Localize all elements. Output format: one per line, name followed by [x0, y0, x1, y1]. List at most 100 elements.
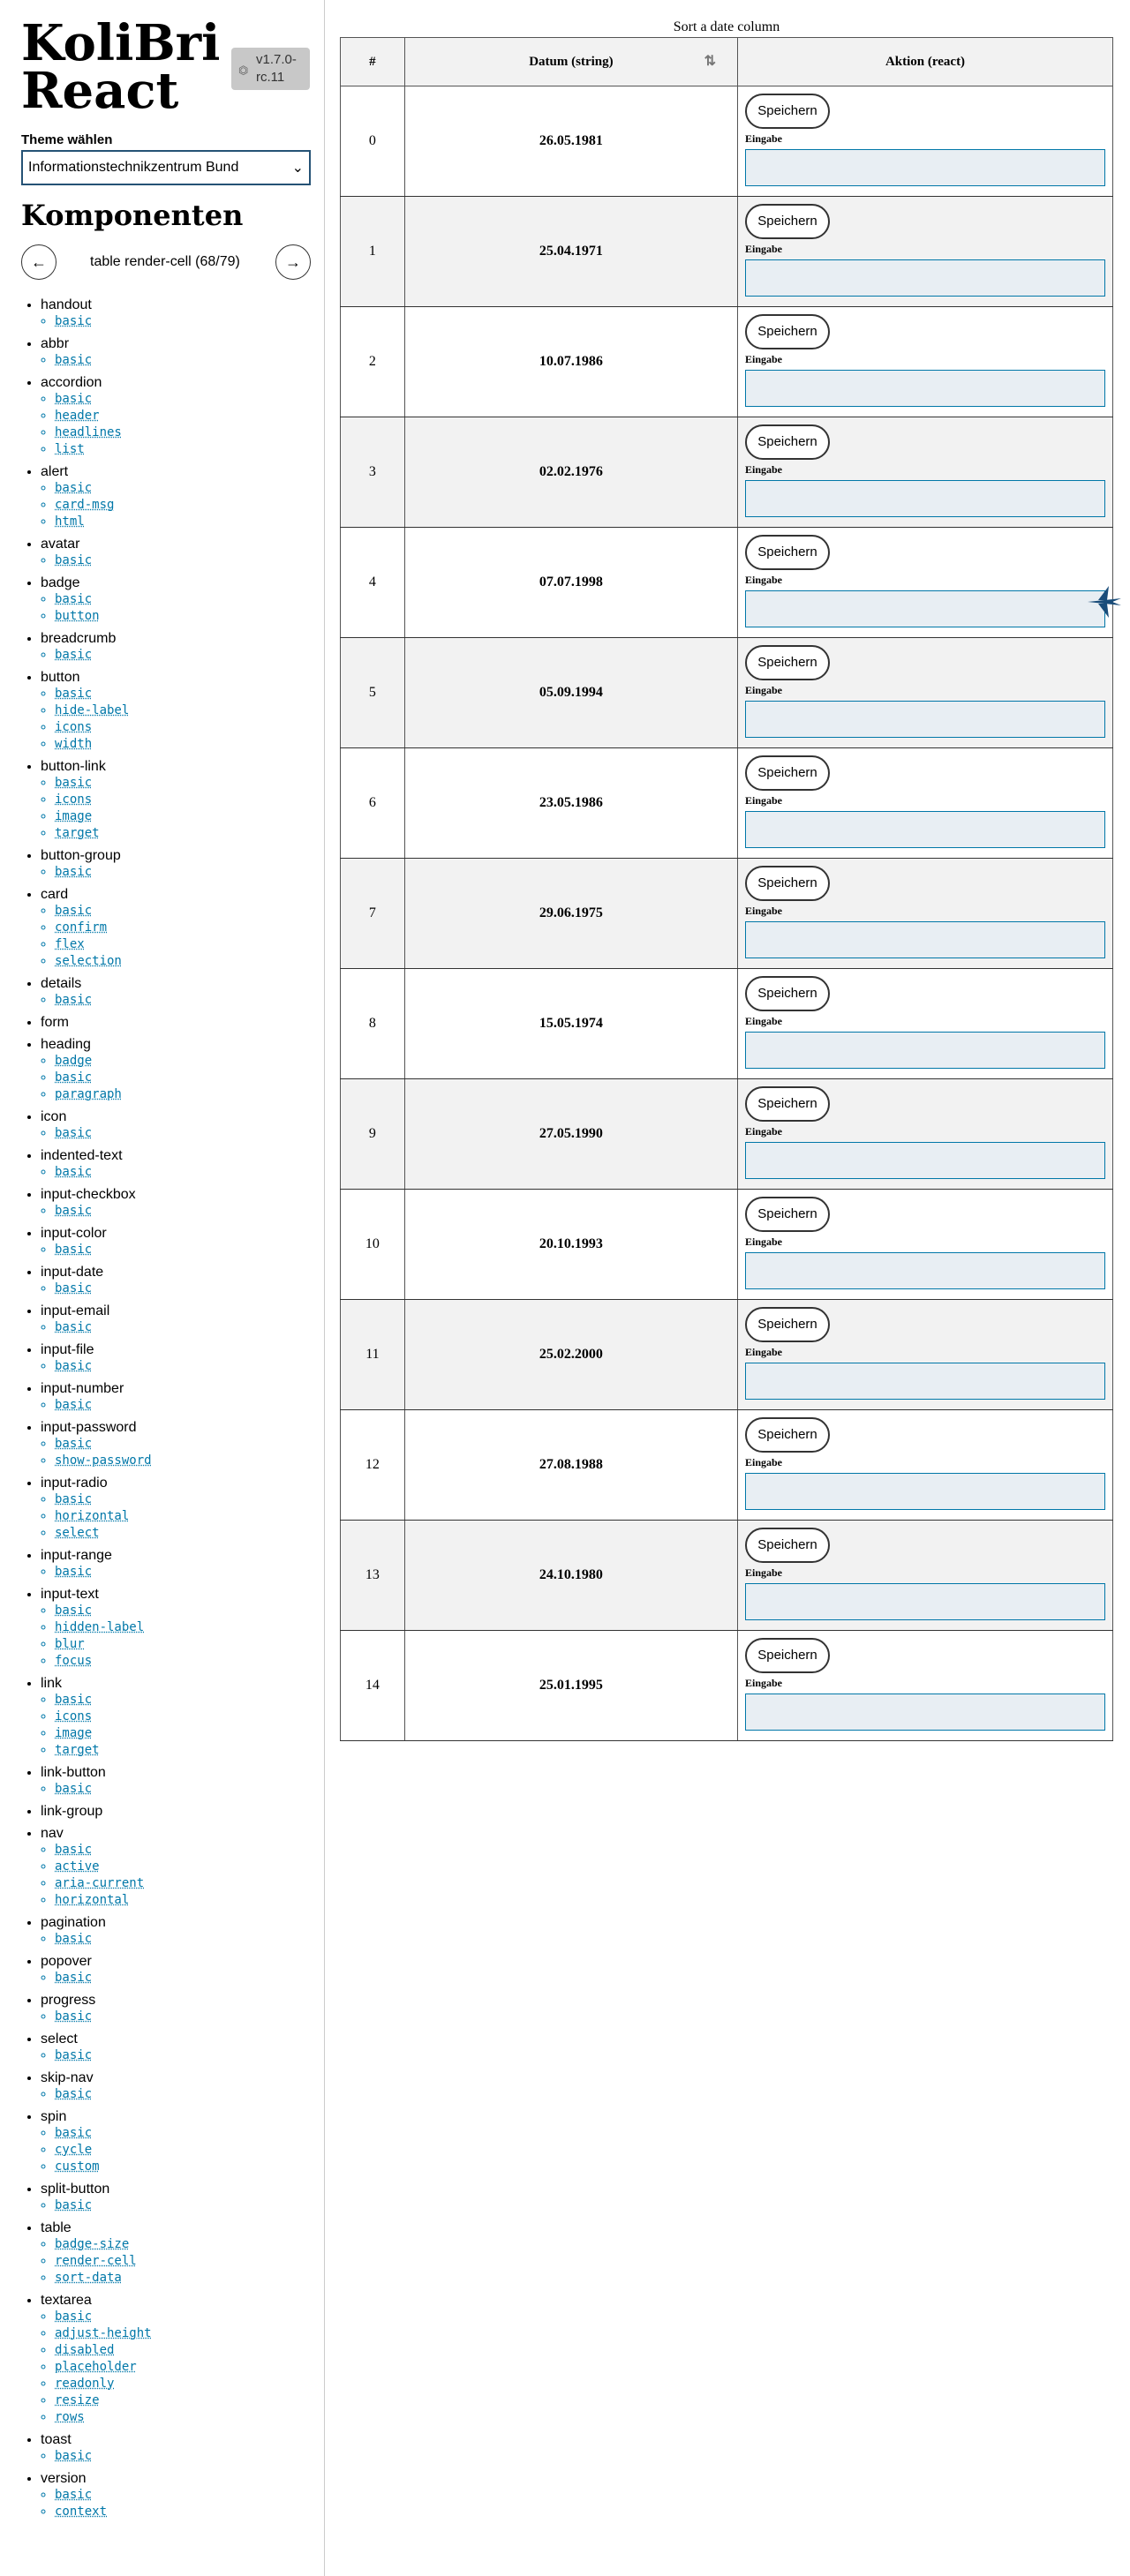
- nav-link-spin-custom[interactable]: custom: [55, 2159, 152, 2175]
- nav-link-handout-basic[interactable]: basic: [55, 313, 152, 330]
- nav-link-accordion-list[interactable]: list: [55, 441, 152, 458]
- text-input[interactable]: [745, 1032, 1105, 1069]
- nav-link-button-hide-label[interactable]: hide-label: [55, 702, 152, 719]
- nav-link-button-link-icons[interactable]: icons: [55, 792, 152, 808]
- save-button[interactable]: Speichern: [745, 204, 830, 239]
- nav-link-nav-active[interactable]: active: [55, 1859, 152, 1875]
- text-input[interactable]: [745, 1142, 1105, 1179]
- nav-link-input-password-basic[interactable]: basic: [55, 1436, 152, 1453]
- nav-link-select-basic[interactable]: basic: [55, 2047, 152, 2064]
- nav-link-button-link-target[interactable]: target: [55, 825, 152, 842]
- text-input[interactable]: [745, 1694, 1105, 1731]
- nav-link-textarea-readonly[interactable]: readonly: [55, 2376, 152, 2392]
- nav-link-input-text-basic[interactable]: basic: [55, 1603, 152, 1619]
- nav-link-nav-horizontal[interactable]: horizontal: [55, 1892, 152, 1909]
- nav-link-textarea-adjust-height[interactable]: adjust-height: [55, 2325, 152, 2342]
- nav-link-link-icons[interactable]: icons: [55, 1709, 152, 1725]
- nav-link-input-date-basic[interactable]: basic: [55, 1280, 152, 1297]
- nav-link-input-password-show-password[interactable]: show-password: [55, 1453, 152, 1469]
- text-input[interactable]: [745, 1583, 1105, 1620]
- nav-link-alert-basic[interactable]: basic: [55, 480, 152, 497]
- nav-link-input-text-blur[interactable]: blur: [55, 1636, 152, 1653]
- nav-link-accordion-header[interactable]: header: [55, 408, 152, 424]
- nav-link-heading-basic[interactable]: basic: [55, 1070, 152, 1086]
- nav-link-heading-badge[interactable]: badge: [55, 1053, 152, 1070]
- nav-link-badge-button[interactable]: button: [55, 608, 152, 625]
- nav-link-nav-aria-current[interactable]: aria-current: [55, 1875, 152, 1892]
- nav-link-avatar-basic[interactable]: basic: [55, 552, 152, 569]
- nav-link-input-file-basic[interactable]: basic: [55, 1358, 152, 1375]
- nav-link-input-email-basic[interactable]: basic: [55, 1319, 152, 1336]
- nav-link-textarea-rows[interactable]: rows: [55, 2409, 152, 2426]
- nav-link-icon-basic[interactable]: basic: [55, 1125, 152, 1142]
- nav-link-table-render-cell[interactable]: render-cell: [55, 2253, 152, 2270]
- nav-link-accordion-headlines[interactable]: headlines: [55, 424, 152, 441]
- nav-link-breadcrumb-basic[interactable]: basic: [55, 647, 152, 664]
- nav-link-link-basic[interactable]: basic: [55, 1692, 152, 1709]
- nav-link-badge-basic[interactable]: basic: [55, 591, 152, 608]
- save-button[interactable]: Speichern: [745, 1307, 830, 1342]
- nav-link-popover-basic[interactable]: basic: [55, 1970, 152, 1986]
- save-button[interactable]: Speichern: [745, 424, 830, 460]
- save-button[interactable]: Speichern: [745, 1528, 830, 1563]
- save-button[interactable]: Speichern: [745, 1086, 830, 1122]
- text-input[interactable]: [745, 259, 1105, 297]
- save-button[interactable]: Speichern: [745, 1417, 830, 1453]
- nav-link-indented-text-basic[interactable]: basic: [55, 1164, 152, 1181]
- nav-link-link-target[interactable]: target: [55, 1742, 152, 1759]
- save-button[interactable]: Speichern: [745, 94, 830, 129]
- save-button[interactable]: Speichern: [745, 1638, 830, 1673]
- nav-link-input-color-basic[interactable]: basic: [55, 1242, 152, 1258]
- nav-link-input-text-focus[interactable]: focus: [55, 1653, 152, 1670]
- nav-link-link-image[interactable]: image: [55, 1725, 152, 1742]
- nav-link-input-checkbox-basic[interactable]: basic: [55, 1203, 152, 1220]
- nav-link-button-icons[interactable]: icons: [55, 719, 152, 736]
- text-input[interactable]: [745, 590, 1105, 627]
- nav-link-abbr-basic[interactable]: basic: [55, 352, 152, 369]
- save-button[interactable]: Speichern: [745, 755, 830, 791]
- nav-link-skip-nav-basic[interactable]: basic: [55, 2086, 152, 2103]
- text-input[interactable]: [745, 811, 1105, 848]
- save-button[interactable]: Speichern: [745, 314, 830, 349]
- nav-link-card-flex[interactable]: flex: [55, 936, 152, 953]
- nav-link-card-confirm[interactable]: confirm: [55, 920, 152, 936]
- save-button[interactable]: Speichern: [745, 976, 830, 1011]
- nav-link-pagination-basic[interactable]: basic: [55, 1931, 152, 1948]
- save-button[interactable]: Speichern: [745, 866, 830, 901]
- nav-link-details-basic[interactable]: basic: [55, 992, 152, 1009]
- nav-link-input-radio-select[interactable]: select: [55, 1525, 152, 1542]
- nav-link-table-sort-data[interactable]: sort-data: [55, 2270, 152, 2287]
- save-button[interactable]: Speichern: [745, 1197, 830, 1232]
- nav-link-heading-paragraph[interactable]: paragraph: [55, 1086, 152, 1103]
- column-header-date[interactable]: Datum (string) ⇅: [403, 37, 739, 86]
- text-input[interactable]: [745, 701, 1105, 738]
- nav-link-button-width[interactable]: width: [55, 736, 152, 753]
- text-input[interactable]: [745, 1363, 1105, 1400]
- nav-link-version-context[interactable]: context: [55, 2504, 152, 2520]
- text-input[interactable]: [745, 370, 1105, 407]
- nav-link-table-badge-size[interactable]: badge-size: [55, 2236, 152, 2253]
- sort-icon[interactable]: ⇅: [704, 52, 716, 70]
- text-input[interactable]: [745, 1473, 1105, 1510]
- nav-link-textarea-resize[interactable]: resize: [55, 2392, 152, 2409]
- save-button[interactable]: Speichern: [745, 535, 830, 570]
- theme-select[interactable]: Informationstechnikzentrum Bund ⌄: [21, 150, 311, 185]
- previous-button[interactable]: ←: [21, 244, 56, 280]
- nav-link-card-basic[interactable]: basic: [55, 903, 152, 920]
- nav-link-button-link-image[interactable]: image: [55, 808, 152, 825]
- save-button[interactable]: Speichern: [745, 645, 830, 680]
- text-input[interactable]: [745, 1252, 1105, 1289]
- text-input[interactable]: [745, 480, 1105, 517]
- nav-link-spin-cycle[interactable]: cycle: [55, 2142, 152, 2159]
- nav-link-button-link-basic[interactable]: basic: [55, 775, 152, 792]
- nav-link-alert-card-msg[interactable]: card-msg: [55, 497, 152, 514]
- nav-link-spin-basic[interactable]: basic: [55, 2125, 152, 2142]
- text-input[interactable]: [745, 921, 1105, 958]
- nav-link-button-group-basic[interactable]: basic: [55, 864, 152, 881]
- nav-link-link-button-basic[interactable]: basic: [55, 1781, 152, 1798]
- text-input[interactable]: [745, 149, 1105, 186]
- nav-link-textarea-placeholder[interactable]: placeholder: [55, 2359, 152, 2376]
- nav-link-textarea-basic[interactable]: basic: [55, 2309, 152, 2325]
- nav-link-nav-basic[interactable]: basic: [55, 1842, 152, 1859]
- nav-link-progress-basic[interactable]: basic: [55, 2009, 152, 2025]
